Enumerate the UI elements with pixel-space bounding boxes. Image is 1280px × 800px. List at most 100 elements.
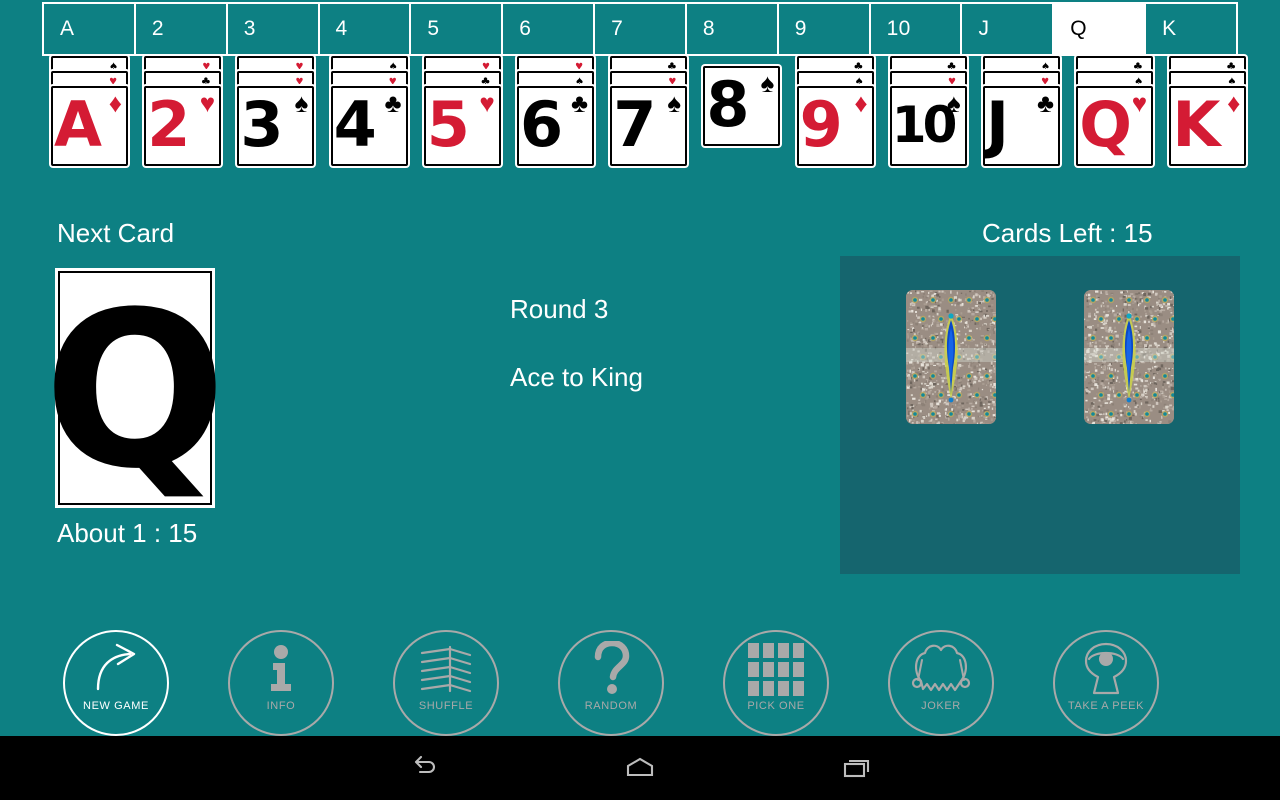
grid-cell — [763, 642, 774, 658]
rank-tab-9[interactable]: 9 — [778, 4, 871, 54]
rank-tab-4[interactable]: 4 — [319, 4, 412, 54]
card-row: ♠ ♥ A ♦ ♥ ♣ 2 ♥ ♥ ♥ 3 ♠ ♠ ♥ 4 ♣ ♥ ♣ 5 ♥ ♥ ♠ 6 ♣ ♣ ♥ 7 ♠ 8 ♠ ♣ ♠ 9 ♦ ♣ ♥ 10 ♠ ♠… — [0, 56, 1280, 184]
recents-icon[interactable] — [787, 736, 927, 800]
rank-tab-2[interactable]: 2 — [135, 4, 228, 54]
card-game-app: A 2 3 4 5 6 7 8 9 10 J Q K ♠ ♥ A ♦ ♥ ♣ 2 ♥ ♥ ♥ 3 ♠ ♠ ♥ 4 ♣ ♥ ♣ 5 ♥ ♥ ♠ 6 ♣ ♣… — [0, 0, 1280, 800]
card-face[interactable]: 5 ♥ — [423, 86, 501, 166]
joker-button[interactable]: JOKER — [877, 616, 1005, 744]
card-rank: 10 — [891, 95, 958, 154]
diamond-suit-icon: ♦ — [108, 88, 122, 118]
keyhole-eye-icon — [1074, 640, 1138, 698]
new-game-button[interactable]: NEW GAME — [52, 616, 180, 744]
card-rank: 5 — [426, 87, 470, 161]
card-face[interactable]: K ♦ — [1169, 86, 1247, 166]
next-card[interactable]: Q — [44, 268, 226, 508]
card-rank: 9 — [799, 87, 843, 161]
card-pile-10[interactable]: ♣ ♥ 10 ♠ — [884, 56, 977, 184]
spade-suit-icon: ♠ — [667, 88, 682, 118]
pick-one-button[interactable]: PICK ONE — [712, 616, 840, 744]
curved-arrow-icon — [84, 640, 148, 698]
club-suit-icon: ♣ — [384, 88, 402, 118]
grid-cell — [793, 680, 804, 696]
card-pile-6[interactable]: ♥ ♠ 6 ♣ — [511, 56, 604, 184]
card-pile-j[interactable]: ♠ ♥ J ♣ — [977, 56, 1070, 184]
back-icon[interactable] — [354, 736, 494, 800]
diamond-suit-icon: ♦ — [1227, 88, 1241, 118]
button-label: SHUFFLE — [418, 700, 474, 712]
rank-tab-j[interactable]: J — [962, 4, 1055, 54]
rank-tab-3[interactable]: 3 — [227, 4, 320, 54]
card-face[interactable]: 6 ♣ — [517, 86, 594, 166]
rank-tab-8[interactable]: 8 — [686, 4, 779, 54]
card-face[interactable]: 10 ♠ — [889, 86, 967, 166]
home-icon[interactable] — [570, 736, 710, 800]
shuffle-button[interactable]: SHUFFLE — [382, 616, 510, 744]
card-rank: 8 — [706, 67, 750, 141]
grid-cell — [763, 661, 774, 677]
grid-cell — [793, 642, 804, 658]
card-rank: K — [1172, 87, 1221, 161]
deck-panel[interactable] — [840, 256, 1240, 574]
card-face[interactable]: 2 ♥ — [144, 86, 222, 166]
rank-tab-q[interactable]: Q — [1054, 4, 1147, 54]
card-pile-k[interactable]: ♣ ♠ K ♦ — [1163, 56, 1256, 184]
grid-cell — [763, 680, 774, 696]
button-label: JOKER — [921, 700, 961, 712]
card-pile-3[interactable]: ♥ ♥ 3 ♠ — [231, 56, 324, 184]
peacock-card-back-art — [906, 290, 996, 424]
heart-suit-icon: ♥ — [1131, 88, 1148, 118]
card-face[interactable]: 8 ♠ — [703, 66, 781, 146]
card-face[interactable]: 9 ♦ — [796, 86, 874, 166]
android-nav-bar — [0, 736, 1280, 800]
card-rank: A — [54, 87, 102, 161]
info-button[interactable]: INFO — [217, 616, 345, 744]
peacock-card-back-art — [1084, 290, 1174, 424]
card-pile-q[interactable]: ♣ ♠ Q ♥ — [1070, 56, 1163, 184]
card-pile-8[interactable]: 8 ♠ — [697, 56, 790, 184]
deck-back-card[interactable] — [1084, 290, 1174, 424]
next-card-label: Next Card — [57, 218, 175, 248]
club-suit-icon: ♣ — [1036, 88, 1054, 118]
rank-tab-strip: A 2 3 4 5 6 7 8 9 10 J Q K — [42, 2, 1238, 56]
card-pile-5[interactable]: ♥ ♣ 5 ♥ — [418, 56, 511, 184]
card-face[interactable]: A ♦ — [51, 86, 128, 166]
deck-back-card[interactable] — [906, 290, 996, 424]
rank-tab-a[interactable]: A — [44, 4, 136, 54]
card-rank: 2 — [147, 87, 191, 161]
card-pile-a[interactable]: ♠ ♥ A ♦ — [45, 56, 138, 184]
card-pile-9[interactable]: ♣ ♠ 9 ♦ — [791, 56, 884, 184]
card-face[interactable]: Q ♥ — [1076, 86, 1154, 166]
random-button[interactable]: RANDOM — [547, 616, 675, 744]
game-mode-label: Ace to King — [510, 362, 643, 392]
rank-tab-7[interactable]: 7 — [595, 4, 687, 54]
card-rank: 6 — [520, 87, 564, 161]
grid-cell — [778, 661, 789, 677]
card-pile-2[interactable]: ♥ ♣ 2 ♥ — [138, 56, 231, 184]
club-suit-icon: ♣ — [570, 88, 588, 118]
button-label: INFO — [266, 700, 296, 712]
toolbar: NEW GAME INFO SHUFFLE RANDOM PICK ONE JOKER TA… — [0, 608, 1280, 736]
rank-tab-k[interactable]: K — [1146, 4, 1236, 54]
card-pile-7[interactable]: ♣ ♥ 7 ♠ — [604, 56, 697, 184]
jester-hat-icon — [909, 640, 973, 698]
card-face[interactable]: 3 ♠ — [237, 86, 315, 166]
cards-left-label: Cards Left : 15 — [982, 218, 1153, 248]
round-label: Round 3 — [510, 294, 609, 324]
card-rank: J — [986, 87, 1010, 161]
button-label: NEW GAME — [83, 700, 149, 712]
button-label: RANDOM — [584, 700, 638, 712]
next-card-rank: Q — [43, 265, 227, 516]
card-face[interactable]: 4 ♣ — [330, 86, 408, 166]
rank-tab-5[interactable]: 5 — [411, 4, 504, 54]
card-face[interactable]: 7 ♠ — [610, 86, 688, 166]
diamond-suit-icon: ♦ — [854, 88, 868, 118]
card-face[interactable]: J ♣ — [983, 86, 1060, 166]
button-label: TAKE A PEEK — [1067, 700, 1145, 712]
rank-tab-6[interactable]: 6 — [503, 4, 596, 54]
rank-tab-10[interactable]: 10 — [870, 4, 963, 54]
take-a-peek-button[interactable]: TAKE A PEEK — [1042, 616, 1170, 744]
grid-icon — [744, 640, 808, 698]
grid-cell — [748, 661, 759, 677]
card-pile-4[interactable]: ♠ ♥ 4 ♣ — [325, 56, 418, 184]
card-rank: 4 — [333, 87, 377, 161]
